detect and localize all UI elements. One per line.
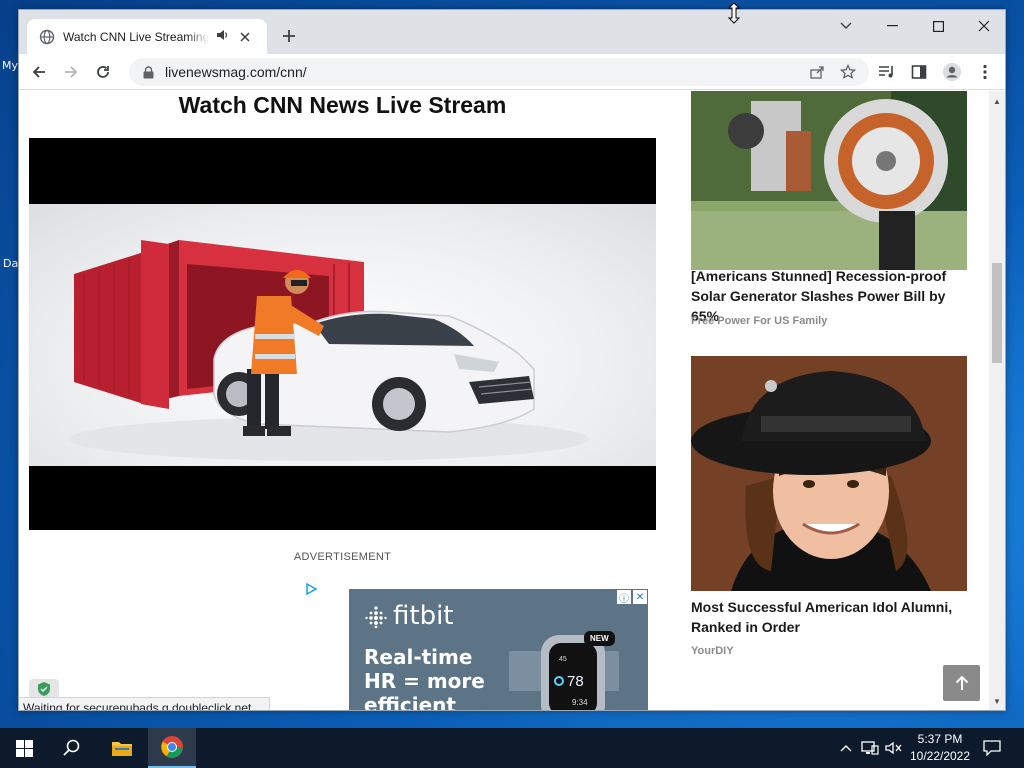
windows-logo-icon (15, 739, 33, 757)
taskbar: 5:37 PM 10/22/2022 (0, 728, 1024, 768)
arrow-left-icon (32, 66, 45, 78)
menu-button[interactable] (971, 58, 999, 86)
chrome-icon (161, 736, 183, 758)
ad-info-icon[interactable]: ⓘ (617, 590, 631, 605)
status-bar: Waiting for securepubads.g.doubleclick.n… (19, 697, 271, 710)
minimize-button[interactable] (869, 10, 915, 42)
reload-button[interactable] (89, 58, 117, 86)
system-clock[interactable]: 5:37 PM 10/22/2022 (906, 731, 974, 765)
maximize-icon (932, 20, 944, 32)
car-container-scene (69, 240, 589, 461)
tab-active[interactable]: Watch CNN Live Streaming - (27, 19, 267, 54)
scroll-down-arrow[interactable]: ▼ (989, 693, 1005, 709)
page-viewport: Watch CNN News Live Stream ADVERTISEMENT… (19, 91, 1005, 711)
vertical-scrollbar[interactable]: ▲ ▼ (989, 91, 1005, 710)
maximize-button[interactable] (915, 10, 961, 42)
close-tab-icon[interactable] (237, 29, 253, 45)
card-image[interactable] (691, 91, 967, 270)
shield-icon[interactable] (29, 679, 59, 699)
browser-toolbar: livenewsmag.com/cnn/ (19, 54, 1005, 90)
minimize-icon (886, 25, 898, 27)
avatar-icon (943, 63, 961, 81)
page-title: Watch CNN News Live Stream (178, 92, 507, 118)
card-image[interactable] (691, 356, 967, 591)
video-player[interactable] (29, 138, 656, 530)
arrow-up-icon (955, 675, 968, 690)
side-panel-icon (911, 65, 927, 79)
volume-muted-icon[interactable] (884, 738, 904, 758)
card-source[interactable]: Free Power For US Family (691, 315, 827, 327)
music-queue-icon (879, 66, 893, 78)
share-button[interactable] (803, 58, 831, 86)
browser-window: Watch CNN Live Streaming - livenewsmag.c… (18, 9, 1006, 711)
scrollbar-thumb[interactable] (992, 263, 1002, 363)
media-control-button[interactable] (873, 58, 901, 86)
search-icon (63, 739, 80, 756)
chrome-taskbar-button[interactable] (148, 728, 196, 768)
side-panel-button[interactable] (905, 58, 933, 86)
url-text: livenewsmag.com/cnn/ (165, 64, 307, 80)
advertisement-label: ADVERTISEMENT (293, 551, 392, 563)
desktop-icon-label[interactable]: My (2, 59, 18, 72)
address-bar[interactable]: livenewsmag.com/cnn/ (129, 58, 869, 86)
new-badge: NEW (584, 631, 615, 646)
ad-close-icon[interactable]: ✕ (633, 590, 647, 604)
notifications-icon[interactable] (982, 738, 1002, 758)
lock-icon[interactable] (141, 65, 155, 79)
solar-generator-image (691, 91, 967, 270)
kebab-menu-icon (983, 64, 987, 80)
card-headline[interactable]: Most Successful American Idol Alumni, Ra… (691, 597, 967, 637)
share-icon (810, 66, 824, 79)
watch-hr-text: 78 (567, 673, 584, 690)
back-button[interactable] (25, 58, 53, 86)
back-to-top-button[interactable] (943, 665, 980, 701)
star-icon (840, 64, 856, 80)
adchoices-icon[interactable] (304, 582, 318, 596)
scroll-up-arrow[interactable]: ▲ (989, 93, 1005, 109)
start-button[interactable] (0, 728, 48, 768)
fitbit-headline-line: Real-time (364, 645, 473, 669)
tab-strip: Watch CNN Live Streaming - (19, 10, 1005, 54)
tab-search-button[interactable] (823, 10, 869, 42)
tab-title: Watch CNN Live Streaming - (63, 29, 209, 44)
folder-icon (112, 742, 132, 756)
fitbit-headline: Real-time HR = more efficient (364, 645, 485, 711)
fitbit-headline-line: efficient (364, 693, 456, 711)
card-source[interactable]: YourDIY (691, 645, 734, 657)
video-ad-frame (29, 204, 656, 466)
fitbit-banner-ad[interactable]: fitbit Real-time HR = more efficient 45 … (349, 589, 648, 711)
fitbit-headline-line: HR = more (364, 669, 485, 693)
watch-top-text: 45 (559, 656, 567, 663)
file-explorer-button[interactable] (98, 728, 146, 768)
close-icon (978, 20, 990, 32)
close-window-button[interactable] (961, 10, 1005, 42)
desktop-icon-label[interactable]: Da (3, 257, 18, 270)
clock-date: 10/22/2022 (909, 749, 971, 763)
profile-button[interactable] (938, 58, 966, 86)
american-idol-person-image (691, 356, 967, 591)
plus-icon (283, 30, 295, 42)
globe-icon (39, 29, 55, 45)
network-icon[interactable] (860, 738, 880, 758)
speaker-icon[interactable] (215, 29, 229, 44)
fitbit-brand-text: fitbit (393, 601, 454, 631)
bookmark-star-button[interactable] (834, 58, 862, 86)
forward-button[interactable] (57, 58, 85, 86)
clock-time: 5:37 PM (917, 732, 963, 746)
chevron-up-icon[interactable] (836, 738, 856, 758)
arrow-right-icon (65, 66, 78, 78)
search-button[interactable] (48, 728, 96, 768)
chevron-down-icon (840, 22, 852, 29)
reload-icon (97, 66, 109, 78)
watch-time-text: 9:34 (572, 698, 588, 707)
new-tab-button[interactable] (277, 24, 301, 48)
resize-cursor-icon (727, 2, 741, 24)
fitbit-logo-icon (365, 606, 387, 628)
